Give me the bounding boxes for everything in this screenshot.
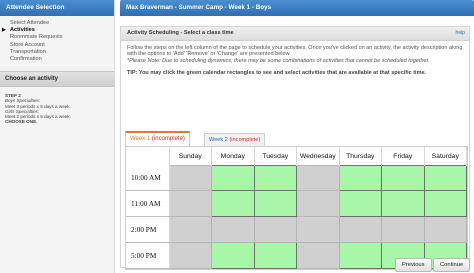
tab-status: (incomplete) (151, 136, 185, 142)
tab-status: (incomplete) (229, 137, 261, 143)
day-header: Monday (211, 147, 255, 166)
available-time-slot[interactable] (253, 241, 297, 270)
available-time-slot[interactable] (211, 165, 255, 191)
calendar-row: 2:00 PM (126, 215, 467, 243)
main-content: Max Braverman - Summer Camp - Week 1 - B… (120, 0, 474, 273)
instructions: Follow the steps on the left column of t… (121, 41, 469, 64)
tab-label: Week 2 (209, 137, 228, 143)
panel-title-text: Activity Scheduling - Select a class tim… (127, 30, 234, 36)
scheduling-note: *Please Note: Due to scheduling dynamics… (127, 57, 430, 64)
available-time-slot[interactable] (253, 165, 297, 191)
day-header: Thursday (339, 147, 382, 166)
unavailable-time-slot (168, 215, 212, 243)
instructions-text: Follow the steps on the left column of t… (127, 45, 463, 58)
sidebar: Attendee Selection Select Attendee ▶ Acti… (0, 0, 115, 273)
weekly-calendar: Sunday Monday Tuesday Wednesday Thursday… (125, 146, 468, 270)
page-title: Max Braverman - Summer Camp - Week 1 - B… (120, 0, 474, 16)
available-time-slot[interactable] (423, 189, 467, 217)
unavailable-time-slot (168, 165, 212, 191)
day-header: Sunday (169, 147, 212, 166)
available-time-slot[interactable] (381, 189, 425, 217)
unavailable-time-slot (168, 189, 212, 217)
time-label: 11:00 AM (126, 190, 170, 217)
unavailable-time-slot (296, 215, 340, 243)
sidebar-item-activities[interactable]: ▶ Activities (2, 27, 114, 34)
current-step-arrow-icon: ▶ (2, 27, 6, 34)
calendar-row: 11:00 AM (126, 189, 467, 217)
previous-button[interactable]: Previous (395, 258, 432, 272)
step-instructions: STEP 2 Boys Specialties: Meet 3 periods … (0, 87, 114, 124)
sidebar-item-transportation[interactable]: Transportation (8, 49, 114, 56)
day-header: Friday (381, 147, 425, 166)
available-time-slot[interactable] (211, 241, 255, 270)
available-time-slot[interactable] (253, 189, 297, 217)
sidebar-title: Attendee Selection (0, 0, 114, 16)
help-link[interactable]: help (456, 27, 465, 40)
tip-text: TIP: You may click the green calendar re… (127, 70, 427, 77)
unavailable-time-slot (296, 189, 340, 217)
day-header: Saturday (424, 147, 467, 166)
day-header: Wednesday (296, 147, 340, 166)
time-column-header (126, 147, 170, 166)
unavailable-time-slot (296, 241, 340, 270)
time-label: 10:00 AM (126, 165, 170, 191)
unavailable-time-slot (423, 215, 467, 243)
time-label: 2:00 PM (126, 216, 170, 243)
panel-title: Activity Scheduling - Select a class tim… (121, 27, 469, 41)
time-label: 5:00 PM (126, 242, 170, 270)
available-time-slot[interactable] (338, 165, 382, 191)
available-time-slot[interactable] (211, 189, 255, 217)
calendar-row: 10:00 AM (126, 165, 467, 191)
sidebar-item-confirmation[interactable]: Confirmation (8, 56, 114, 63)
available-time-slot[interactable] (381, 165, 425, 191)
choose-activity-header: Choose an activity (0, 71, 114, 88)
tab-week-2[interactable]: Week 2 (incomplete) (204, 133, 266, 146)
sidebar-nav: Select Attendee ▶ Activities Roommate Req… (0, 16, 114, 63)
day-header: Tuesday (254, 147, 297, 166)
unavailable-time-slot (211, 215, 255, 243)
unavailable-time-slot (253, 215, 297, 243)
unavailable-time-slot (338, 215, 382, 243)
sidebar-item-store-account[interactable]: Store Account (8, 42, 114, 49)
unavailable-time-slot (296, 165, 340, 191)
available-time-slot[interactable] (338, 241, 382, 270)
tab-label: Week 1 (130, 136, 151, 142)
scheduling-panel: Activity Scheduling - Select a class tim… (120, 26, 470, 270)
step-line: CHOOSE ONE. (5, 119, 38, 125)
available-time-slot[interactable] (338, 189, 382, 217)
unavailable-time-slot (168, 241, 212, 270)
sidebar-item-select-attendee[interactable]: Select Attendee (8, 20, 114, 27)
available-time-slot[interactable] (423, 165, 467, 191)
unavailable-time-slot (381, 215, 425, 243)
continue-button[interactable]: Continue (433, 258, 471, 272)
sidebar-item-label: Activities (10, 27, 35, 34)
sidebar-item-roommate-requests[interactable]: Roommate Requests (8, 34, 114, 41)
